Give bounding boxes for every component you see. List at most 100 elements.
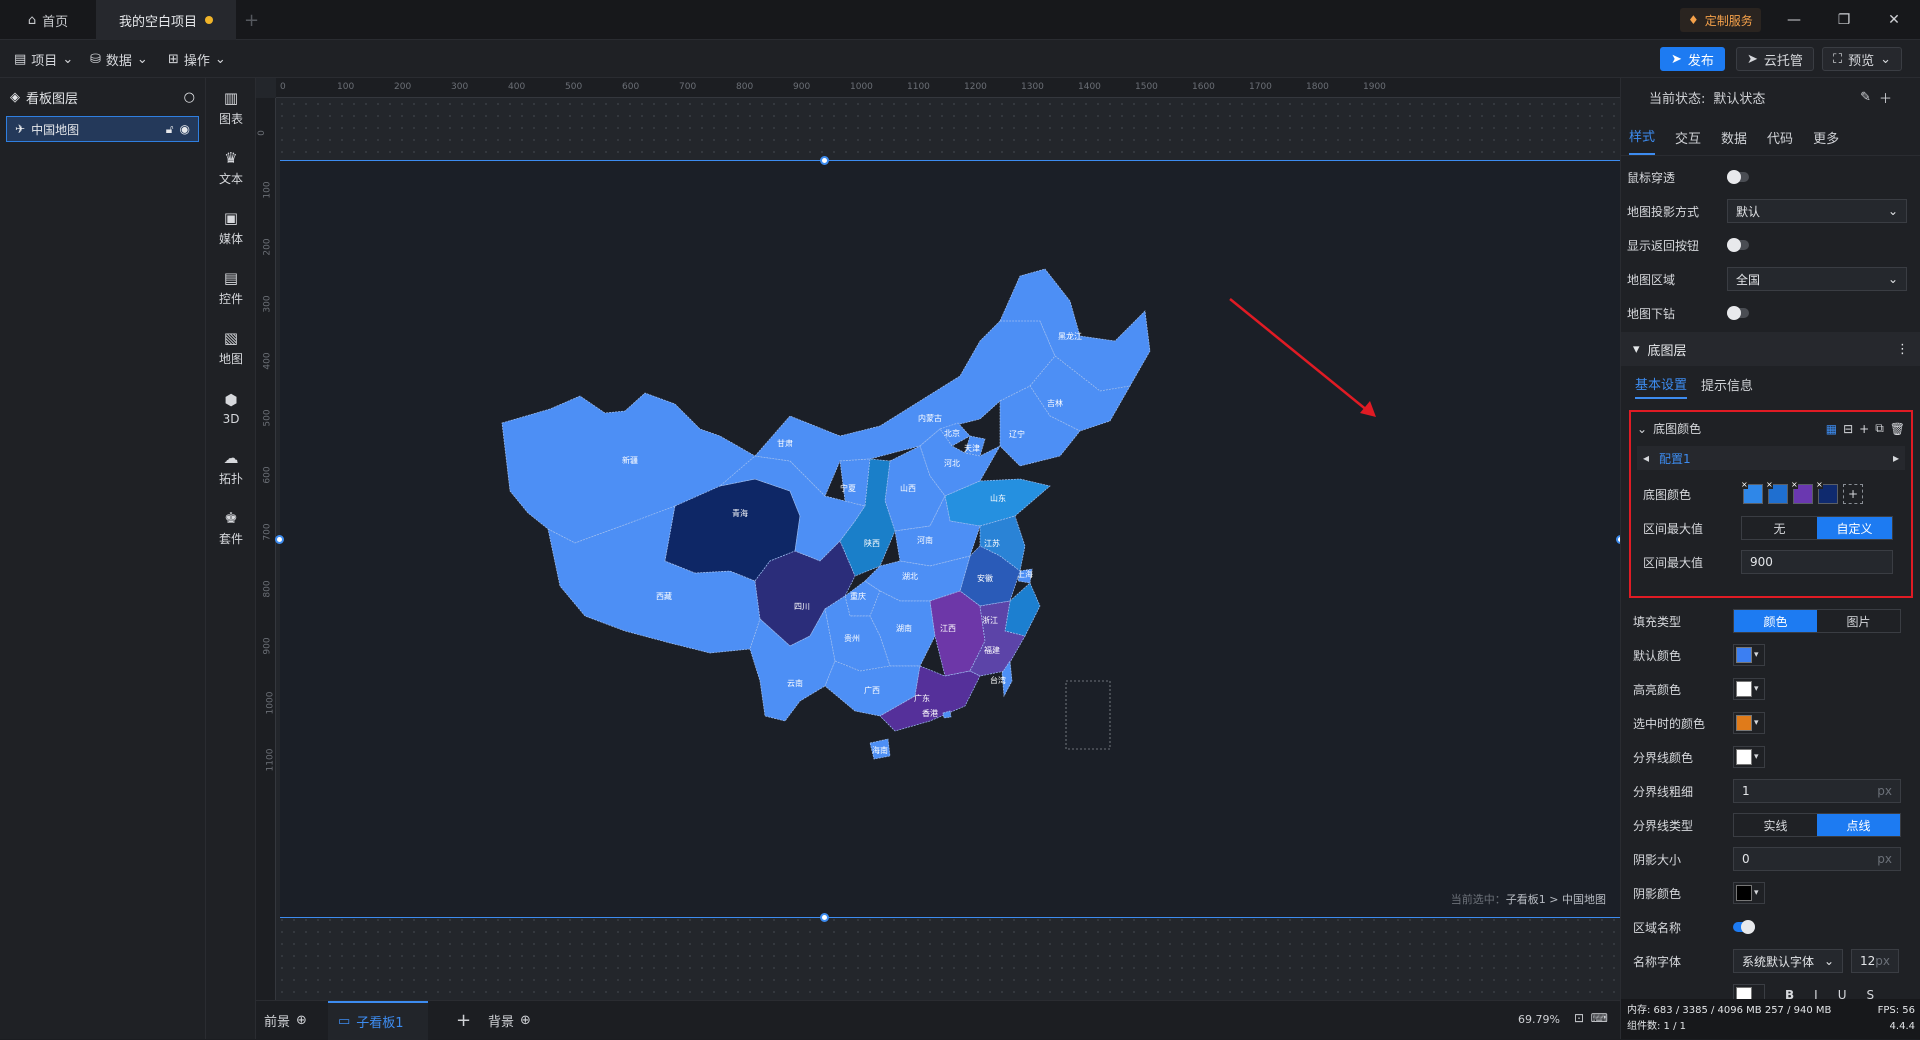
- copy-icon[interactable]: ⧉: [1875, 421, 1884, 436]
- remove-swatch-icon[interactable]: ×: [1791, 481, 1798, 489]
- table-icon[interactable]: ▦: [1826, 422, 1837, 436]
- chevron-right-icon[interactable]: ▸: [1893, 451, 1899, 465]
- ruler-tick: 800: [262, 580, 273, 598]
- unlock-icon[interactable]: 🔓︎: [166, 122, 174, 137]
- fit-screen-icon[interactable]: ⊡: [1574, 1011, 1584, 1025]
- tab-foreground[interactable]: 前景 ⊕: [264, 1001, 307, 1040]
- remove-swatch-icon[interactable]: ×: [1816, 481, 1823, 489]
- font-select[interactable]: 系统默认字体 ⌄: [1733, 949, 1843, 973]
- interval-none-option[interactable]: 无: [1742, 517, 1817, 539]
- tab-1[interactable]: 交互: [1675, 128, 1701, 155]
- unsaved-dot-icon: [205, 16, 213, 24]
- add-icon[interactable]: +: [1859, 422, 1869, 436]
- border-type-option-1[interactable]: 点线: [1817, 814, 1900, 836]
- remove-swatch-icon[interactable]: ×: [1766, 481, 1773, 489]
- add-circle-icon[interactable]: ⊕: [296, 1013, 307, 1028]
- region-label: 地图区域: [1627, 272, 1676, 287]
- chevron-left-icon[interactable]: ◂: [1643, 451, 1649, 465]
- zoom-level: 69.79%: [1518, 1013, 1560, 1026]
- add-state-icon[interactable]: ＋: [1879, 88, 1892, 107]
- projection-select[interactable]: 默认 ⌄: [1727, 199, 1907, 223]
- china-map[interactable]: 新疆西藏 青海 甘肃 内蒙古 黑龙江吉林辽宁 北京天津河北山西 宁夏陕西 山东河南 江苏安徽 上海…: [280, 161, 1620, 919]
- color-swatch[interactable]: ×: [1741, 481, 1763, 504]
- tab-home[interactable]: ⌂ 首页: [0, 0, 96, 40]
- shadow-size-input[interactable]: 0 px: [1733, 847, 1901, 871]
- color-swatch[interactable]: ×: [1791, 481, 1813, 504]
- interval-custom-option[interactable]: 自定义: [1817, 517, 1892, 539]
- new-tab-button[interactable]: +: [244, 0, 268, 40]
- component-cube[interactable]: ⬢ 3D: [206, 378, 256, 438]
- region-select[interactable]: 全国 ⌄: [1727, 267, 1907, 291]
- keyboard-icon[interactable]: ⌨: [1591, 1011, 1608, 1025]
- component-topology[interactable]: ☁ 拓扑: [206, 438, 256, 498]
- default-color-picker[interactable]: ▾: [1733, 644, 1765, 666]
- highlight-color-picker[interactable]: ▾: [1733, 678, 1765, 700]
- fill-type-option-1[interactable]: 图片: [1817, 610, 1900, 632]
- region-name-toggle[interactable]: [1733, 920, 1755, 934]
- swatch-list: × × × ×: [1741, 481, 1838, 504]
- tab-4[interactable]: 更多: [1813, 128, 1839, 155]
- shadow-color-picker[interactable]: ▾: [1733, 882, 1765, 904]
- color-swatch[interactable]: ×: [1766, 481, 1788, 504]
- font-size-input[interactable]: 12 px: [1851, 949, 1899, 973]
- edit-icon[interactable]: ✎: [1860, 90, 1871, 105]
- config-tab-1[interactable]: 配置1: [1659, 450, 1883, 467]
- show-back-toggle[interactable]: [1727, 238, 1749, 252]
- search-icon[interactable]: ○: [184, 90, 195, 105]
- close-icon[interactable]: ✕: [1880, 8, 1908, 32]
- database-icon: ⛁: [90, 51, 101, 67]
- component-kit[interactable]: ♚ 套件: [206, 498, 256, 558]
- border-color-picker[interactable]: ▾: [1733, 746, 1765, 768]
- menu-data[interactable]: ⛁ 数据 ⌄: [90, 40, 148, 78]
- tab-2[interactable]: 数据: [1721, 128, 1747, 155]
- menu-data-label: 数据: [105, 53, 132, 69]
- component-map[interactable]: ▧ 地图: [206, 318, 256, 378]
- tab-3[interactable]: 代码: [1767, 128, 1793, 155]
- section-base-layer[interactable]: ▾ 底图层 ⋮: [1621, 332, 1920, 366]
- menu-ops[interactable]: ⊞ 操作 ⌄: [168, 40, 226, 78]
- row-border-width: 分界线粗细 1 px: [1633, 774, 1920, 808]
- preview-button[interactable]: ⛶ 预览 ⌄: [1822, 47, 1903, 71]
- subtab-basic[interactable]: 基本设置: [1635, 374, 1688, 399]
- tab-board[interactable]: ▭ 子看板1: [328, 1001, 428, 1040]
- add-board-button[interactable]: +: [456, 1001, 471, 1040]
- row-region: 地图区域 全国 ⌄: [1627, 262, 1917, 296]
- component-chart[interactable]: ▥ 图表: [206, 78, 256, 138]
- dashboard-board[interactable]: 新疆 西藏 青海 甘肃 内蒙古 黑龙江 吉林 辽宁 北京 天津 河北 山西 宁夏 陕西 山东 河南 江苏 安徽 上海…: [275, 156, 1625, 922]
- selected-color-picker[interactable]: ▾: [1733, 712, 1765, 734]
- publish-button[interactable]: ➤ 发布: [1660, 47, 1725, 71]
- layout-icon[interactable]: ⊟: [1843, 422, 1853, 436]
- row-interval-max: 区间最大值 900: [1643, 550, 1905, 574]
- menu-project[interactable]: ▤ 项目 ⌄: [14, 40, 73, 78]
- mouse-through-toggle[interactable]: [1727, 170, 1749, 184]
- component-label: 套件: [218, 532, 243, 546]
- tab-project[interactable]: 我的空白项目: [96, 0, 236, 40]
- layer-item-china-map[interactable]: ✈ 中国地图 🔓︎ ◉: [6, 116, 199, 142]
- add-circle-icon[interactable]: ⊕: [520, 1013, 531, 1028]
- remove-swatch-icon[interactable]: ×: [1741, 481, 1748, 489]
- delete-icon[interactable]: 🗑︎: [1890, 422, 1905, 436]
- component-label: 控件: [218, 292, 243, 306]
- tab-background[interactable]: 背景 ⊕: [488, 1001, 531, 1040]
- interval-max-input[interactable]: 900: [1741, 550, 1893, 574]
- color-swatch[interactable]: ×: [1816, 481, 1838, 504]
- restore-icon[interactable]: ❐: [1830, 8, 1858, 32]
- more-vertical-icon[interactable]: ⋮: [1896, 342, 1909, 357]
- add-swatch-button[interactable]: +: [1843, 484, 1863, 504]
- tab-home-label: 首页: [42, 14, 69, 30]
- tab-0[interactable]: 样式: [1629, 126, 1656, 155]
- component-text[interactable]: ♛ 文本: [206, 138, 256, 198]
- component-media[interactable]: ▣ 媒体: [206, 198, 256, 258]
- subtab-tooltip[interactable]: 提示信息: [1701, 375, 1753, 398]
- province-label: 新疆: [622, 455, 638, 465]
- drilldown-toggle[interactable]: [1727, 306, 1749, 320]
- eye-icon[interactable]: ◉: [180, 122, 190, 136]
- border-type-option-0[interactable]: 实线: [1734, 814, 1817, 836]
- fill-type-option-0[interactable]: 颜色: [1734, 610, 1817, 632]
- color-preview: [1736, 885, 1752, 901]
- border-width-input[interactable]: 1 px: [1733, 779, 1901, 803]
- cloud-host-button[interactable]: ➤ 云托管: [1736, 47, 1814, 71]
- component-control[interactable]: ▤ 控件: [206, 258, 256, 318]
- custom-service-button[interactable]: ♦ 定制服务: [1680, 8, 1761, 32]
- minimize-icon[interactable]: —: [1780, 8, 1808, 32]
